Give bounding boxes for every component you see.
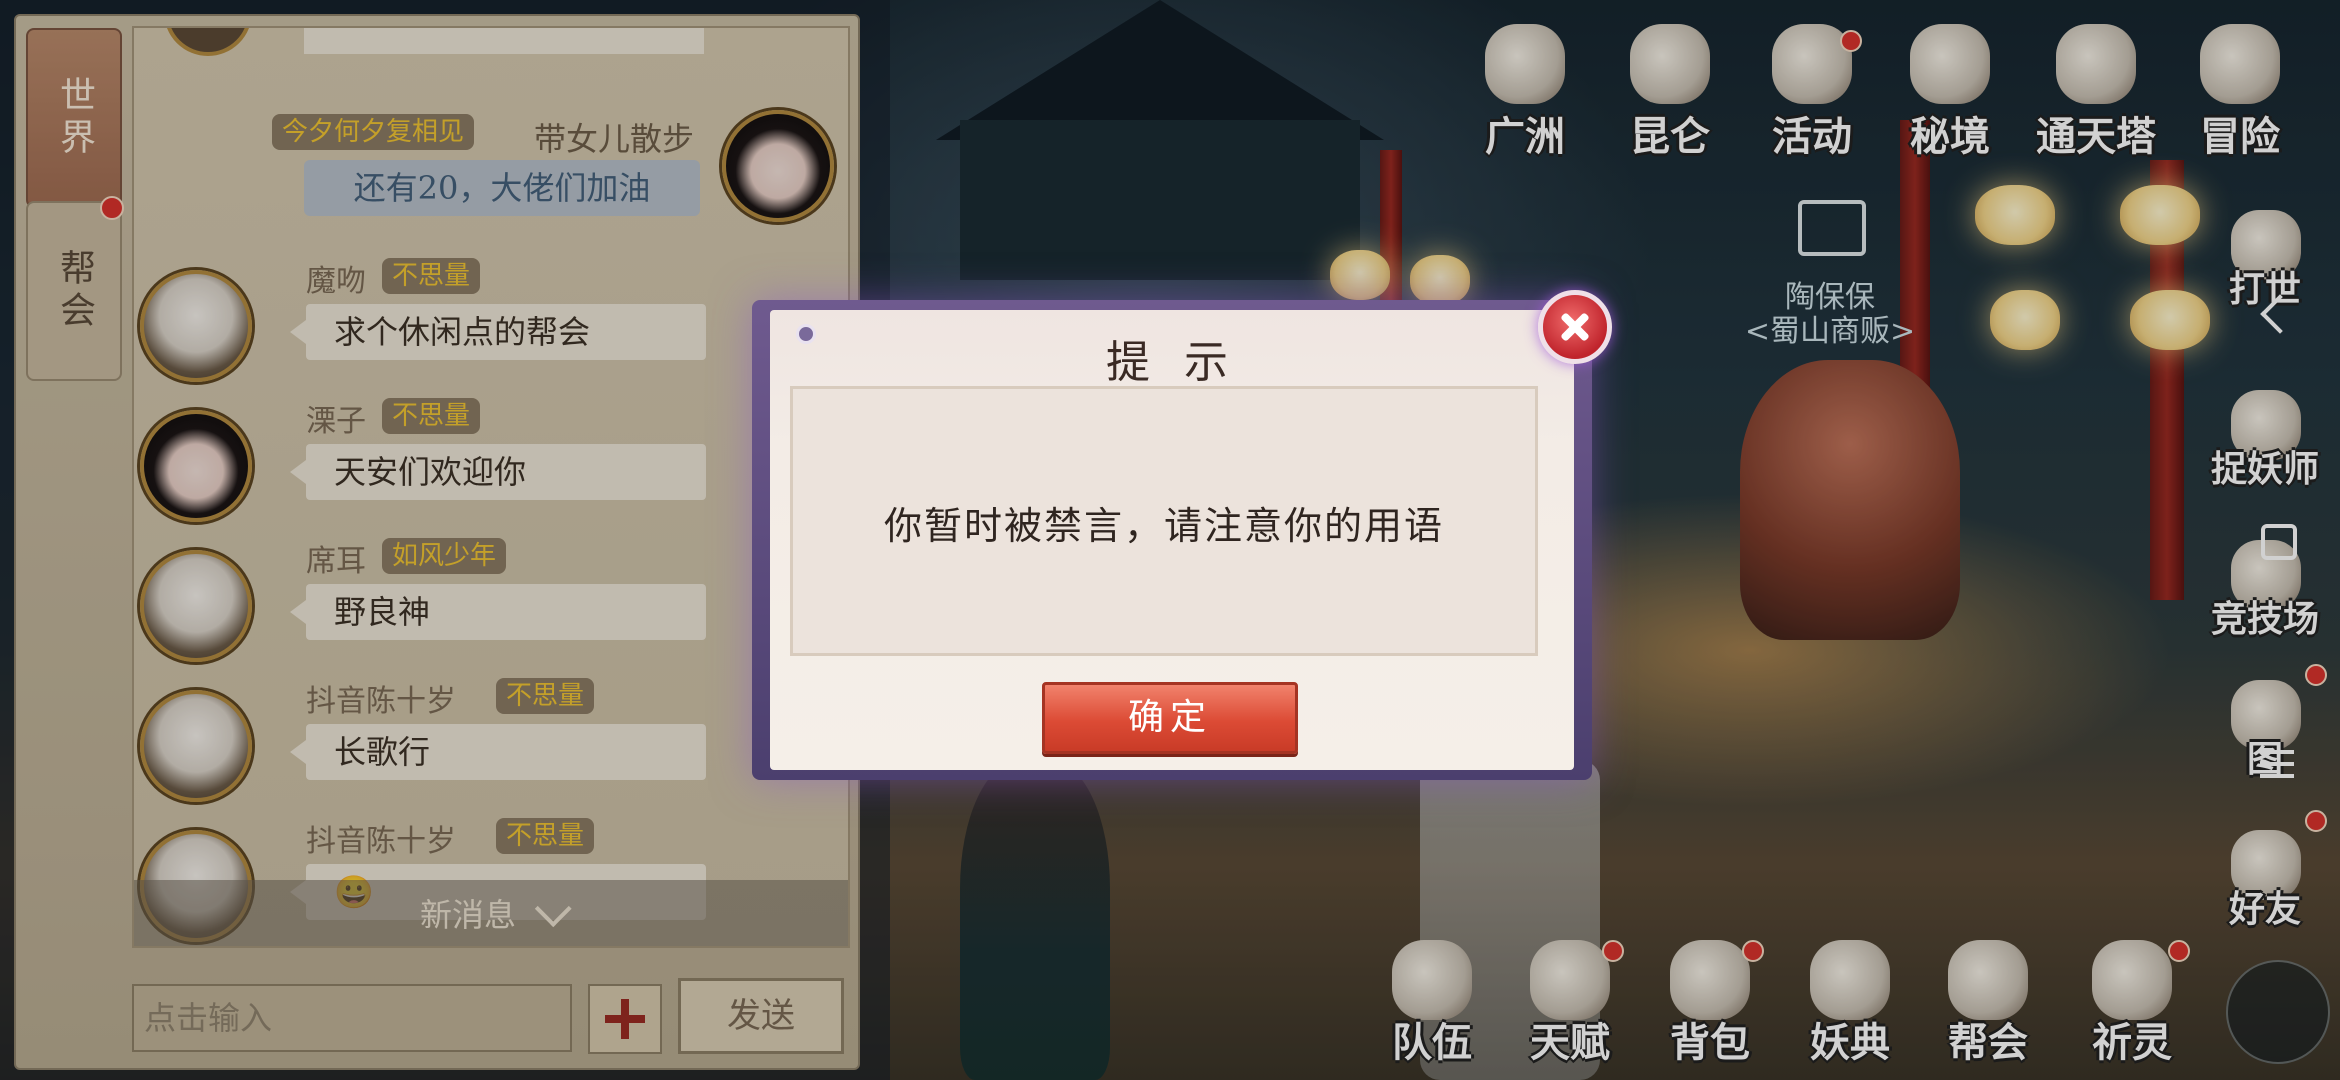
dialog-body: 提 示 你暂时被禁言，请注意你的用语 确定	[770, 310, 1574, 770]
close-icon[interactable]	[1538, 290, 1612, 364]
notice-dialog: 提 示 你暂时被禁言，请注意你的用语 确定	[752, 290, 1612, 780]
dialog-title: 提 示	[1106, 337, 1238, 388]
dialog-message: 你暂时被禁言，请注意你的用语	[883, 504, 1444, 548]
confirm-button[interactable]: 确定	[1042, 682, 1298, 754]
dialog-content: 你暂时被禁言，请注意你的用语	[790, 386, 1538, 656]
